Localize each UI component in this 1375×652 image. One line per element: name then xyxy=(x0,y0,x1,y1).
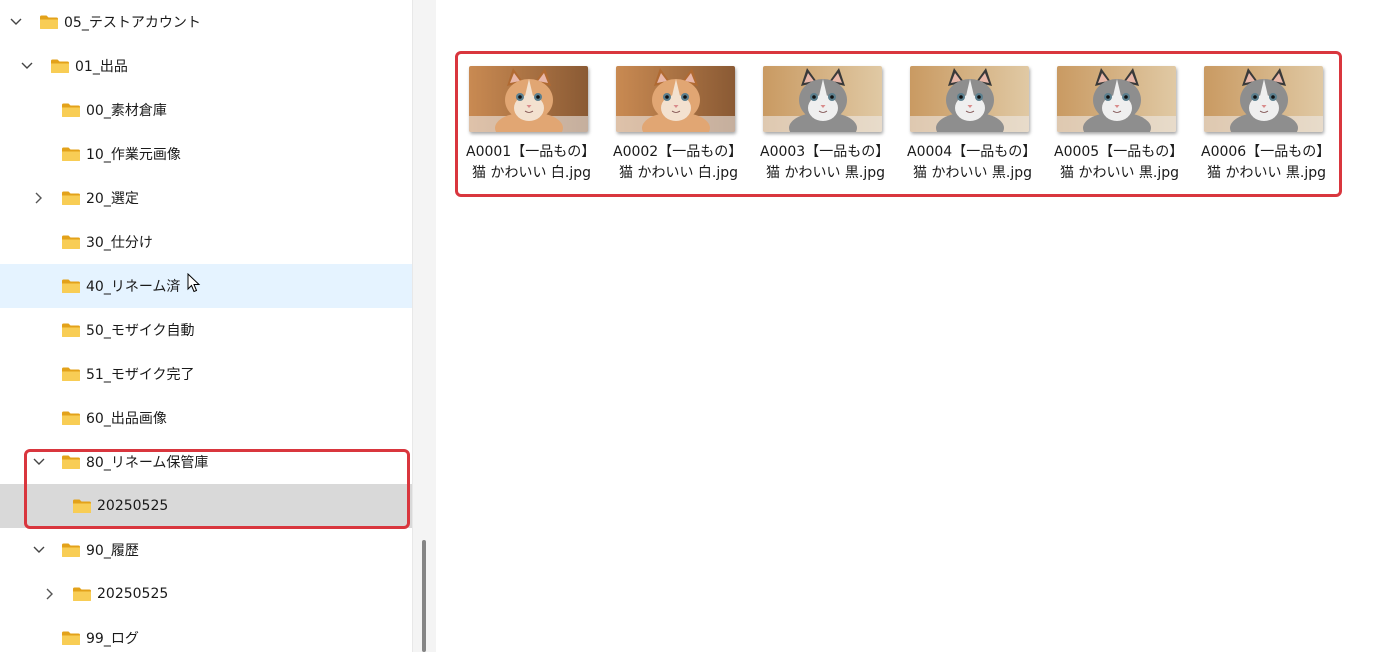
tree-item-label: 80_リネーム保管庫 xyxy=(86,455,209,471)
tree-item-label: 20250525 xyxy=(97,586,169,602)
image-thumbnail xyxy=(469,66,588,132)
tree-item-40-renamed[interactable]: 40_リネーム済 xyxy=(0,264,412,308)
folder-icon xyxy=(61,630,81,646)
folder-icon xyxy=(72,586,92,602)
file-name-line1: A0001【一品もの】 xyxy=(466,144,596,160)
file-name: A0003【一品もの】猫 かわいい 黒.jpg xyxy=(760,142,900,184)
tree-item-50-mosaic-auto[interactable]: 50_モザイク自動 xyxy=(0,308,412,352)
chevron-right-icon[interactable] xyxy=(42,586,58,602)
navigation-pane: 05_テストアカウント 01_出品 00_素材倉庫 10_作業元画像 20_選定… xyxy=(0,0,412,652)
file-name-line2: 猫 かわいい 黒.jpg xyxy=(913,165,1033,181)
folder-icon xyxy=(61,278,81,294)
file-item[interactable]: A0003【一品もの】猫 かわいい 黒.jpg xyxy=(760,66,889,186)
file-name: A0006【一品もの】猫 かわいい 黒.jpg xyxy=(1201,142,1341,184)
image-thumbnail xyxy=(763,66,882,132)
file-name-line1: A0004【一品もの】 xyxy=(907,144,1037,160)
tree-item-99-log[interactable]: 99_ログ xyxy=(0,616,412,652)
file-name: A0002【一品もの】猫 かわいい 白.jpg xyxy=(613,142,753,184)
tree-item-90-20250525[interactable]: 20250525 xyxy=(0,572,412,616)
tree-item-00-material-storage[interactable]: 00_素材倉庫 xyxy=(0,88,412,132)
file-content-pane: A0001【一品もの】猫 かわいい 白.jpg A0002【一品もの】猫 かわい… xyxy=(436,0,1375,652)
file-name-line1: A0006【一品もの】 xyxy=(1201,144,1331,160)
file-name-line2: 猫 かわいい 白.jpg xyxy=(472,165,592,181)
folder-icon xyxy=(39,14,59,30)
file-name: A0005【一品もの】猫 かわいい 黒.jpg xyxy=(1054,142,1194,184)
folder-icon xyxy=(61,322,81,338)
chevron-down-icon[interactable] xyxy=(31,542,47,558)
folder-icon xyxy=(72,498,92,514)
tree-item-51-mosaic-done[interactable]: 51_モザイク完了 xyxy=(0,352,412,396)
tree-item-label: 50_モザイク自動 xyxy=(86,323,195,339)
folder-icon xyxy=(61,542,81,558)
nav-scrollbar-thumb[interactable] xyxy=(422,540,426,652)
tree-item-80-rename-archive[interactable]: 80_リネーム保管庫 xyxy=(0,440,412,484)
tree-item-label: 60_出品画像 xyxy=(86,411,167,427)
file-name-line1: A0002【一品もの】 xyxy=(613,144,743,160)
tree-item-label: 01_出品 xyxy=(75,59,128,75)
image-thumbnail xyxy=(910,66,1029,132)
tree-item-90-history[interactable]: 90_履歴 xyxy=(0,528,412,572)
file-name-line1: A0003【一品もの】 xyxy=(760,144,890,160)
folder-icon xyxy=(61,190,81,206)
tree-item-20-selection[interactable]: 20_選定 xyxy=(0,176,412,220)
tree-item-80-20250525[interactable]: 20250525 xyxy=(0,484,412,528)
chevron-down-icon[interactable] xyxy=(31,454,47,470)
mouse-cursor-icon xyxy=(187,273,201,293)
chevron-right-icon[interactable] xyxy=(31,190,47,206)
file-item[interactable]: A0006【一品もの】猫 かわいい 黒.jpg xyxy=(1201,66,1330,186)
image-thumbnail xyxy=(1057,66,1176,132)
image-thumbnail xyxy=(1204,66,1323,132)
file-name-line1: A0005【一品もの】 xyxy=(1054,144,1184,160)
tree-item-label: 90_履歴 xyxy=(86,543,139,559)
folder-icon xyxy=(61,366,81,382)
file-name-line2: 猫 かわいい 黒.jpg xyxy=(1207,165,1327,181)
tree-item-01-listing[interactable]: 01_出品 xyxy=(0,44,412,88)
file-item[interactable]: A0001【一品もの】猫 かわいい 白.jpg xyxy=(466,66,595,186)
chevron-down-icon[interactable] xyxy=(8,14,24,30)
file-item[interactable]: A0004【一品もの】猫 かわいい 黒.jpg xyxy=(907,66,1036,186)
file-name-line2: 猫 かわいい 黒.jpg xyxy=(766,165,886,181)
tree-item-label: 05_テストアカウント xyxy=(64,15,201,31)
tree-item-label: 20_選定 xyxy=(86,191,139,207)
tree-item-label: 30_仕分け xyxy=(86,235,153,251)
tree-item-60-listing-images[interactable]: 60_出品画像 xyxy=(0,396,412,440)
tree-item-05-test-account[interactable]: 05_テストアカウント xyxy=(0,0,412,44)
folder-icon xyxy=(61,102,81,118)
tree-item-label: 20250525 xyxy=(97,498,169,514)
folder-icon xyxy=(50,58,70,74)
file-item[interactable]: A0005【一品もの】猫 かわいい 黒.jpg xyxy=(1054,66,1183,186)
tree-item-30-sorting[interactable]: 30_仕分け xyxy=(0,220,412,264)
file-name-line2: 猫 かわいい 白.jpg xyxy=(619,165,739,181)
tree-item-label: 40_リネーム済 xyxy=(86,279,181,295)
tree-item-label: 51_モザイク完了 xyxy=(86,367,195,383)
image-thumbnail xyxy=(616,66,735,132)
file-name-line2: 猫 かわいい 黒.jpg xyxy=(1060,165,1180,181)
file-item[interactable]: A0002【一品もの】猫 かわいい 白.jpg xyxy=(613,66,742,186)
folder-icon xyxy=(61,234,81,250)
folder-icon xyxy=(61,410,81,426)
file-name: A0004【一品もの】猫 かわいい 黒.jpg xyxy=(907,142,1047,184)
chevron-down-icon[interactable] xyxy=(19,58,35,74)
tree-item-label: 99_ログ xyxy=(86,631,139,647)
file-name: A0001【一品もの】猫 かわいい 白.jpg xyxy=(466,142,606,184)
tree-item-label: 00_素材倉庫 xyxy=(86,103,167,119)
folder-icon xyxy=(61,454,81,470)
nav-scrollbar[interactable] xyxy=(412,0,436,652)
tree-item-10-source-images[interactable]: 10_作業元画像 xyxy=(0,132,412,176)
tree-item-label: 10_作業元画像 xyxy=(86,147,181,163)
folder-icon xyxy=(61,146,81,162)
